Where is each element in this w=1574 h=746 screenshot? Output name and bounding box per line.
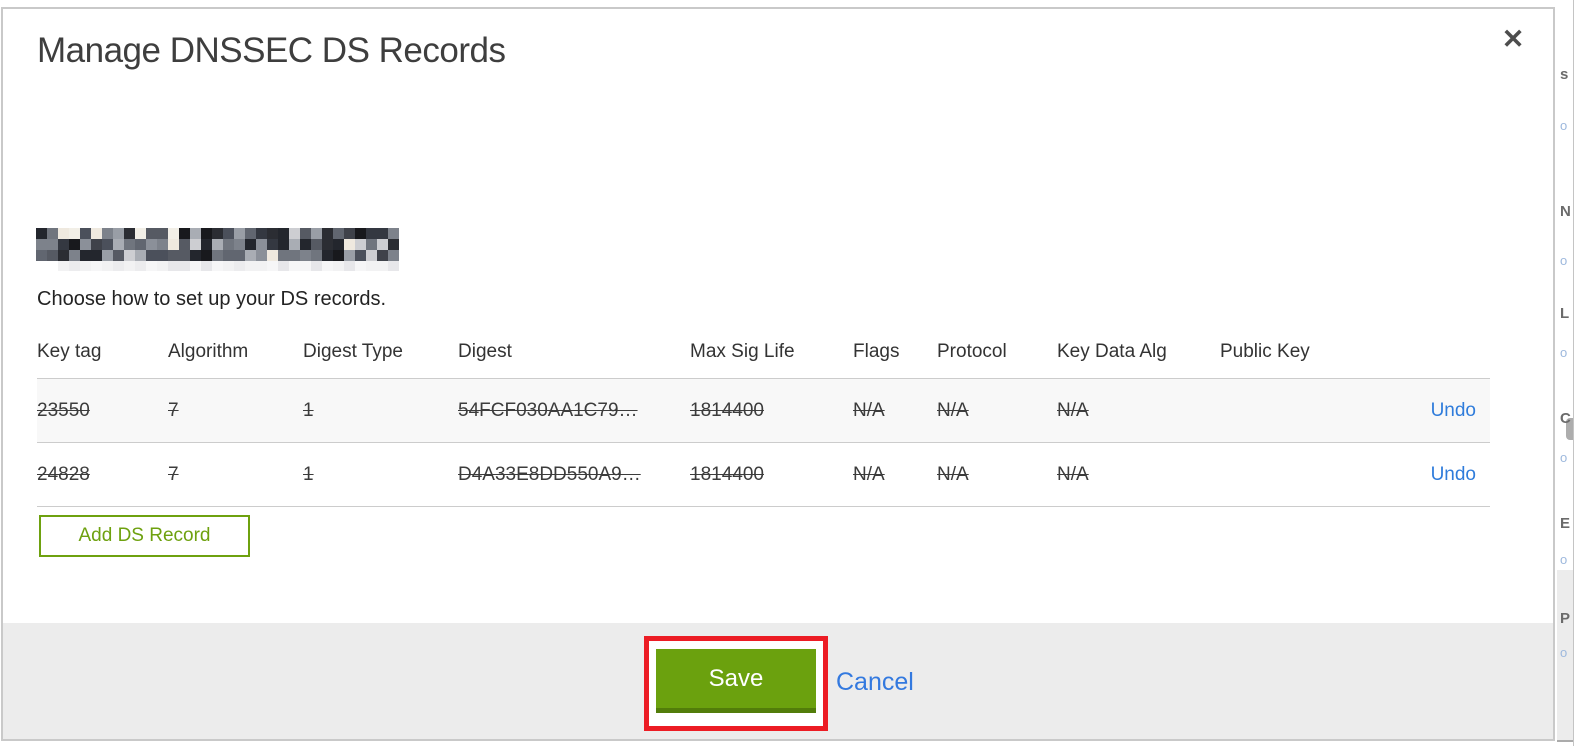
background-text-fragment: s [1560, 66, 1569, 83]
digest-type-value: 1 [303, 463, 314, 485]
key-data-alg-value: N/A [1057, 463, 1089, 485]
key-data-alg-value: N/A [1057, 399, 1089, 421]
col-header-key-data-alg: Key Data Alg [1057, 341, 1167, 362]
col-header-actions [1360, 329, 1490, 379]
instruction-text: Choose how to set up your DS records. [37, 288, 387, 310]
background-border-fragment [1557, 740, 1573, 742]
undo-link[interactable]: Undo [1431, 400, 1476, 421]
save-button[interactable]: Save [656, 649, 816, 713]
background-text-fragment: P [1560, 610, 1571, 627]
cancel-link[interactable]: Cancel [836, 668, 914, 697]
col-header-max-sig-life: Max Sig Life [690, 341, 795, 362]
background-text-fragment: C [1560, 410, 1571, 427]
modal-title: Manage DNSSEC DS Records [37, 31, 506, 70]
background-text-fragment: o [1560, 645, 1568, 660]
background-page-edge: s o No Lo Co Eo Po [1557, 0, 1574, 746]
background-text-fragment: o [1560, 552, 1568, 567]
ds-record-row: 23550 7 1 54FCF030AA1C79… 1814400 N/A N/… [37, 378, 1490, 443]
col-header-algorithm: Algorithm [168, 341, 249, 362]
key-tag-value: 24828 [37, 463, 90, 485]
flags-value: N/A [853, 463, 885, 485]
redacted-domain-name [36, 228, 399, 271]
protocol-value: N/A [937, 463, 969, 485]
ds-record-row: 24828 7 1 D4A33E8DD550A9… 1814400 N/A N/… [37, 442, 1490, 507]
background-text-fragment: o [1560, 118, 1568, 133]
close-icon: ✕ [1501, 24, 1525, 54]
ds-records-table: Key tag Algorithm Digest Type Digest Max… [37, 329, 1490, 507]
background-text-fragment: o [1560, 253, 1568, 268]
digest-type-value: 1 [303, 399, 314, 421]
algorithm-value: 7 [168, 399, 179, 421]
protocol-value: N/A [937, 399, 969, 421]
col-header-key-tag: Key tag [37, 341, 102, 362]
background-text-fragment: N [1560, 203, 1571, 220]
background-text-fragment: o [1560, 345, 1568, 360]
dnssec-ds-records-modal: Manage DNSSEC DS Records ✕ Choose how to… [1, 7, 1555, 741]
max-sig-life-value: 1814400 [690, 463, 764, 485]
background-text-fragment: E [1560, 515, 1571, 532]
modal-footer: Save Cancel [3, 623, 1553, 739]
digest-value: 54FCF030AA1C79… [458, 399, 638, 421]
col-header-public-key: Public Key [1220, 341, 1310, 362]
col-header-digest-type: Digest Type [303, 341, 403, 362]
undo-link[interactable]: Undo [1431, 464, 1476, 485]
annotation-highlight-box: Save [644, 636, 828, 731]
col-header-digest: Digest [458, 341, 512, 362]
flags-value: N/A [853, 399, 885, 421]
add-ds-record-button[interactable]: Add DS Record [39, 515, 250, 557]
digest-value: D4A33E8DD550A9… [458, 463, 641, 485]
table-header-row: Key tag Algorithm Digest Type Digest Max… [37, 329, 1490, 379]
col-header-flags: Flags [853, 341, 900, 362]
col-header-protocol: Protocol [937, 341, 1007, 362]
background-text-fragment: o [1560, 450, 1568, 465]
close-button[interactable]: ✕ [1495, 21, 1531, 57]
algorithm-value: 7 [168, 463, 179, 485]
key-tag-value: 23550 [37, 399, 90, 421]
max-sig-life-value: 1814400 [690, 399, 764, 421]
background-text-fragment: L [1560, 305, 1570, 322]
